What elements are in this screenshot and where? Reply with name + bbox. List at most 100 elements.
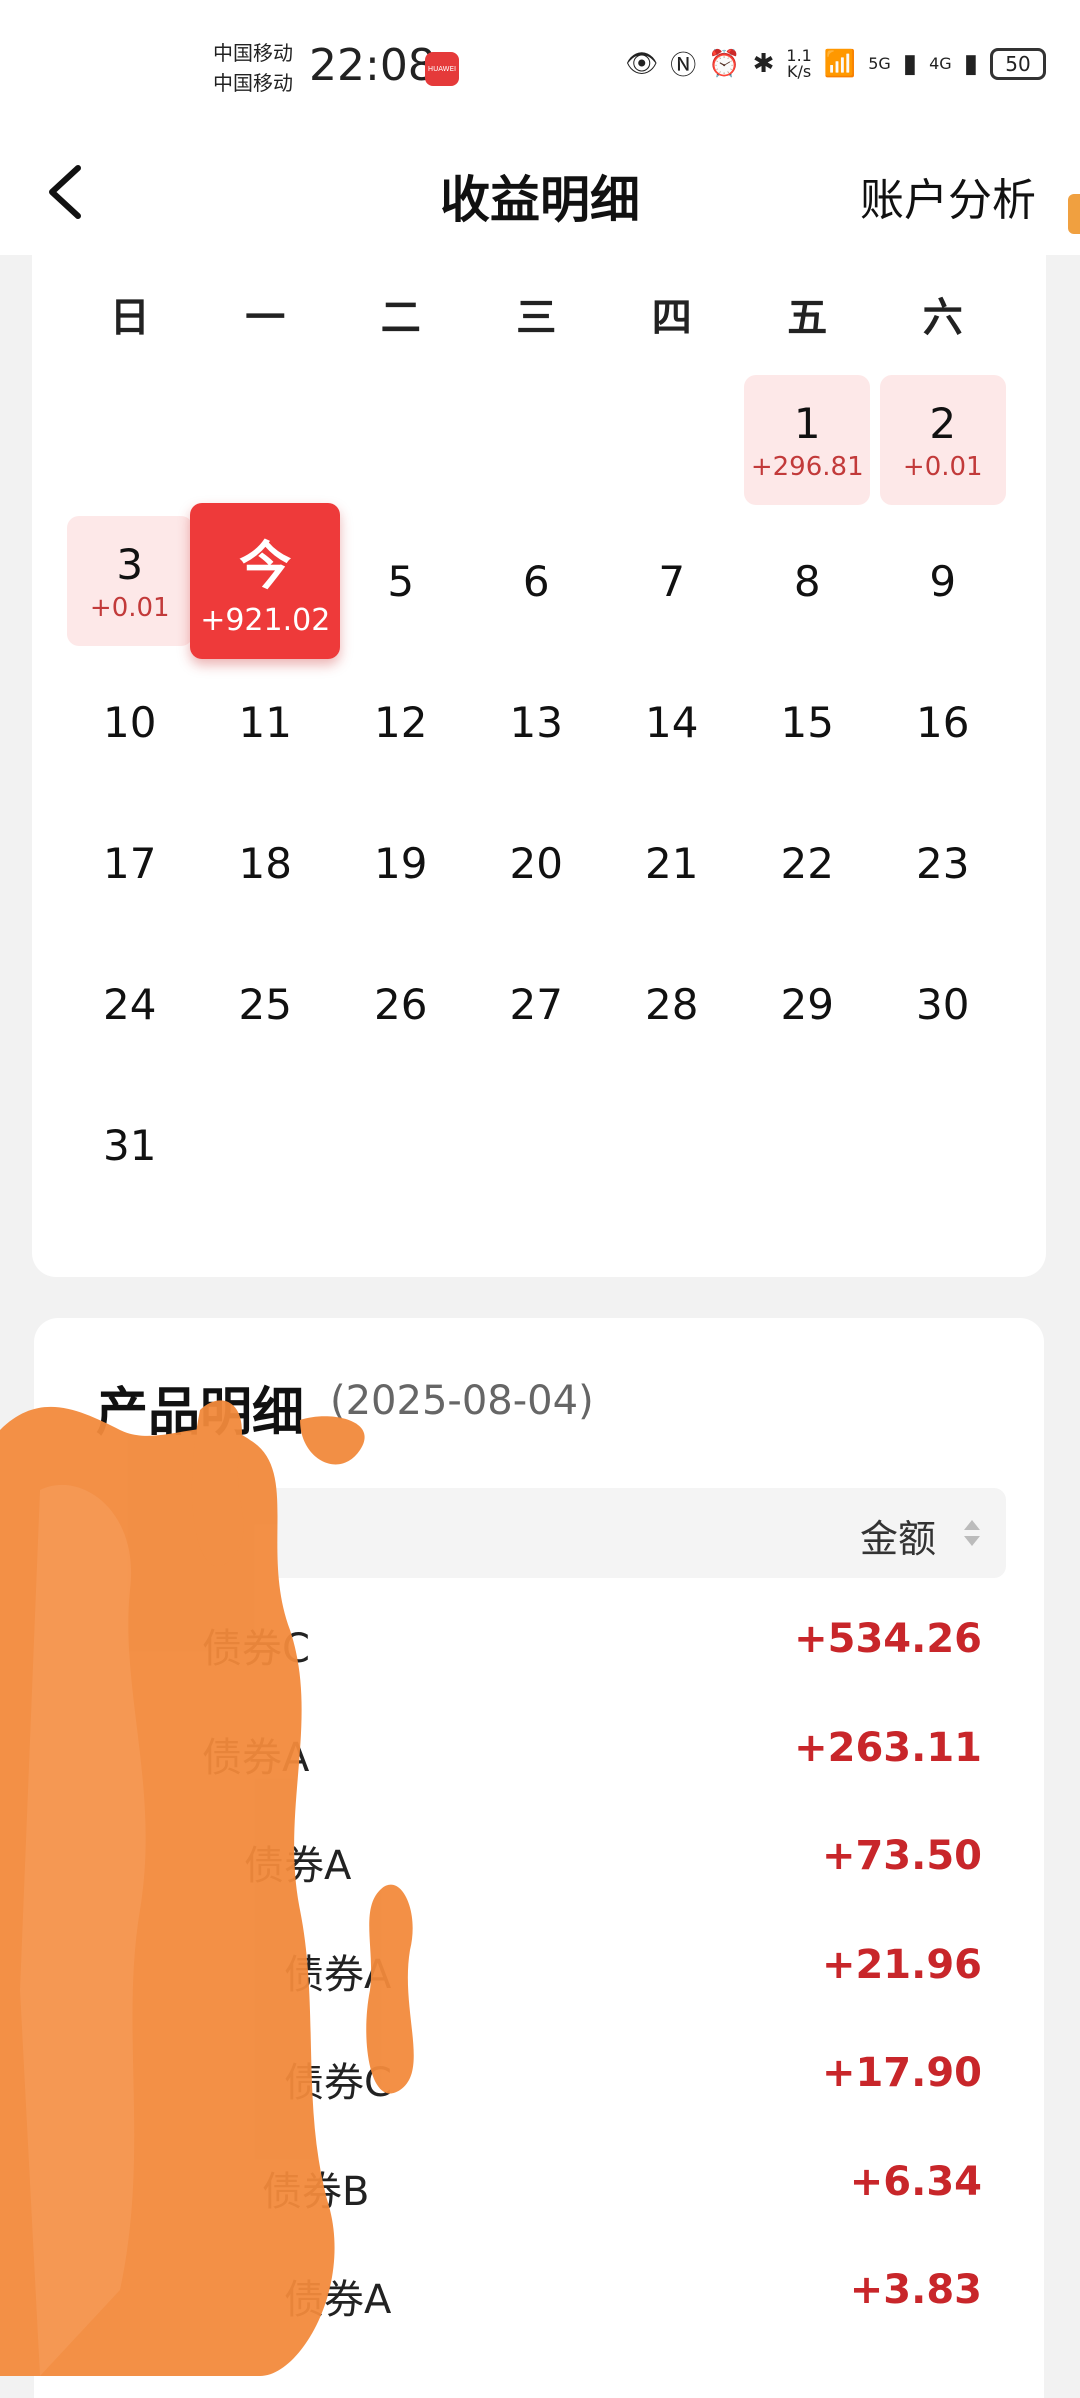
app-header: 收益明细 账户分析	[0, 130, 1080, 255]
battery-icon: 50	[990, 47, 1046, 80]
day-earnings: +921.02	[200, 603, 331, 638]
calendar-day[interactable]: 1 +296.81	[744, 375, 871, 505]
day-number: 10	[103, 697, 157, 747]
account-analysis-link[interactable]: 账户分析	[860, 164, 1036, 228]
calendar-day[interactable]: 10	[67, 657, 193, 787]
carrier-info: 中国移动 中国移动	[213, 38, 293, 98]
calendar-day[interactable]: 20	[473, 798, 599, 928]
calendar-day[interactable]: 13	[473, 657, 599, 787]
calendar-day[interactable]: 5	[338, 516, 464, 646]
day-number: 今	[239, 537, 292, 597]
network-speed-unit: K/s	[787, 61, 812, 81]
calendar-day[interactable]: 25	[202, 939, 328, 1069]
day-number: 15	[780, 697, 834, 747]
calendar-day[interactable]: 27	[473, 939, 599, 1069]
product-amount: +17.90	[821, 2050, 982, 2096]
calendar-day[interactable]: 7	[609, 516, 735, 646]
calendar-day[interactable]: 22	[744, 798, 870, 928]
bluetooth-icon: ✱	[752, 48, 775, 79]
day-number: 23	[916, 838, 970, 888]
calendar-day[interactable]: 18	[202, 798, 328, 928]
day-number: 21	[645, 838, 699, 888]
huawei-app-icon: HUAWEI	[425, 52, 459, 86]
amount-column-header[interactable]: 金额	[860, 1508, 936, 1563]
carrier-1: 中国移动	[213, 41, 293, 65]
day-number: 19	[374, 838, 428, 888]
day-number: 7	[658, 556, 686, 606]
calendar-day[interactable]: 24	[67, 939, 193, 1069]
weekday-label: 一	[245, 295, 286, 341]
status-time: 22:08	[309, 40, 436, 91]
day-number: 9	[929, 556, 957, 606]
product-amount: +534.26	[794, 1616, 982, 1662]
day-earnings: +296.81	[750, 451, 864, 482]
day-number: 27	[509, 979, 563, 1029]
calendar-day[interactable]: 9	[880, 516, 1006, 646]
weekday-label: 三	[516, 295, 557, 341]
day-number: 29	[780, 979, 834, 1029]
calendar-day[interactable]: 26	[338, 939, 464, 1069]
day-number: 14	[645, 697, 699, 747]
calendar-day[interactable]: 21	[609, 798, 735, 928]
signal-icon: ▮	[963, 48, 978, 79]
nfc-icon: Ⓝ	[670, 51, 697, 81]
calendar-day[interactable]: 2 +0.01	[879, 375, 1006, 505]
day-number: 3	[116, 539, 144, 589]
day-earnings: +0.01	[89, 592, 170, 623]
sort-icon[interactable]	[962, 1518, 982, 1548]
day-earnings: +0.01	[902, 451, 983, 482]
day-number: 1	[793, 398, 821, 448]
calendar-card: 日 一 二 三 四 五 六 1 +296.81 2 +0.01 3 +0.01 今 +921.…	[32, 255, 1046, 1277]
calendar-day[interactable]: 11	[202, 657, 328, 787]
product-amount: +3.83	[849, 2267, 982, 2313]
calendar-day-today[interactable]: 今 +921.02	[190, 503, 341, 659]
calendar-day[interactable]: 12	[338, 657, 464, 787]
product-amount: +263.11	[794, 1724, 982, 1771]
weekday-label: 六	[922, 295, 963, 341]
calendar-day[interactable]: 17	[67, 798, 193, 928]
weekday-label: 五	[787, 295, 828, 341]
signal-5g-label: 5G	[868, 54, 891, 73]
day-number: 2	[929, 398, 957, 448]
calendar-day[interactable]: 6	[473, 516, 599, 646]
weekday-label: 日	[109, 295, 150, 341]
product-amount: +73.50	[821, 1833, 982, 1879]
carrier-2: 中国移动	[213, 71, 293, 95]
calendar-day[interactable]: 30	[880, 939, 1006, 1069]
day-number: 22	[780, 838, 834, 888]
weekday-label: 四	[651, 295, 692, 341]
day-number: 28	[645, 979, 699, 1029]
calendar-day[interactable]: 23	[880, 798, 1006, 928]
calendar-day[interactable]: 28	[609, 939, 735, 1069]
weekday-label: 二	[380, 295, 421, 341]
product-amount: +21.96	[821, 1941, 982, 1988]
calendar-day[interactable]: 31	[67, 1080, 193, 1210]
day-number: 12	[374, 697, 428, 747]
day-number: 18	[238, 838, 292, 888]
day-number: 30	[916, 979, 970, 1029]
calendar-day[interactable]: 19	[338, 798, 464, 928]
day-number: 6	[522, 556, 550, 606]
day-number: 13	[509, 697, 563, 747]
signal-icon: ▮	[902, 48, 918, 79]
day-number: 8	[793, 556, 821, 606]
redaction-scribble	[0, 1400, 414, 2376]
status-icons: 👁 Ⓝ ⏰ ✱ 1.1 K/s 📶 5G ▮ 4G ▮ 50	[625, 45, 1046, 82]
day-number: 26	[374, 979, 428, 1029]
day-number: 20	[509, 838, 563, 888]
calendar-day[interactable]: 29	[744, 939, 870, 1069]
day-number: 31	[103, 1120, 157, 1170]
product-amount: +6.34	[849, 2158, 982, 2205]
calendar-day[interactable]: 8	[744, 516, 870, 646]
day-number: 24	[103, 979, 157, 1029]
day-number: 5	[387, 556, 415, 606]
eye-icon: 👁	[625, 48, 659, 79]
calendar-day[interactable]: 15	[744, 657, 870, 787]
day-number: 16	[916, 697, 970, 747]
floating-tab-handle[interactable]	[1068, 194, 1080, 234]
weekday-header: 日 一 二 三 四 五 六	[62, 285, 1011, 343]
calendar-day[interactable]: 16	[880, 657, 1006, 787]
calendar-day[interactable]: 3 +0.01	[66, 516, 193, 646]
calendar-day[interactable]: 14	[609, 657, 735, 787]
signal-4g-label: 4G	[929, 54, 952, 73]
